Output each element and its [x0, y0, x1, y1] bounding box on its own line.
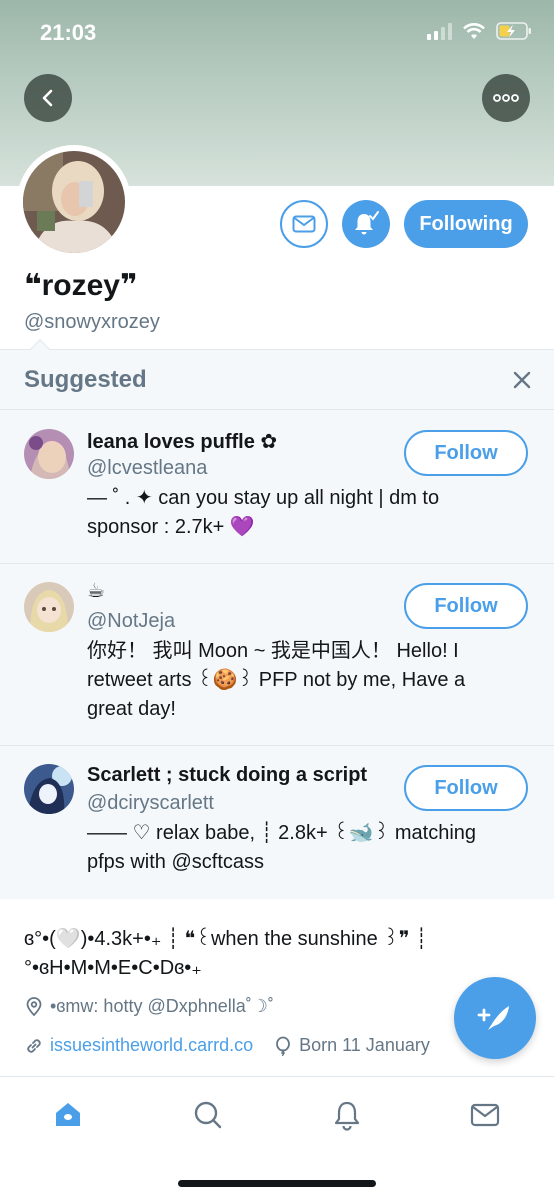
- envelope-icon: [292, 215, 316, 233]
- more-icon: [493, 94, 519, 102]
- suggested-user-bio: —— ♡ relax babe, ┊ 2.8k+ ꒰🐋꒱ matching pf…: [87, 822, 477, 873]
- profile-location: •ɞmw: hotty @Dxphnella˚☽˚: [50, 996, 274, 1016]
- battery-icon: [496, 22, 531, 40]
- avatar[interactable]: [24, 429, 74, 479]
- follow-button[interactable]: Follow: [404, 430, 528, 476]
- profile-location-row: •ɞmw: hotty @Dxphnella˚☽˚: [24, 996, 274, 1017]
- follow-button[interactable]: Follow: [404, 583, 528, 629]
- cellular-signal-icon: [427, 22, 452, 40]
- close-icon[interactable]: [510, 368, 534, 392]
- home-icon: [56, 1103, 80, 1126]
- profile-website-link[interactable]: issuesintheworld.carrd.co: [50, 1035, 253, 1056]
- back-button[interactable]: [24, 74, 72, 122]
- profile-links-row: issuesintheworld.carrd.co Born 11 Januar…: [24, 1035, 430, 1056]
- suggested-user-bio: — ˚ . ✦ can you stay up all night | dm t…: [87, 487, 440, 538]
- suggested-user-item[interactable]: ☕ @NotJeja 你好！ 我叫 Moon ~ 我是中国人！ Hello! I…: [0, 564, 554, 746]
- status-icons: [427, 22, 532, 40]
- follow-button[interactable]: Follow: [404, 765, 528, 811]
- profile-display-name: ❝rozey❞: [24, 269, 138, 302]
- profile-bio: ɞ°•(🤍)•4.3k+•₊ ┊ ❝꒰when the sunshine ꒱❞ …: [24, 928, 428, 979]
- search-icon: [194, 1101, 222, 1129]
- suggested-user-handle: @NotJeja: [87, 610, 176, 632]
- link-icon: [27, 1038, 41, 1053]
- suggested-user-item[interactable]: leana loves puffle ✿ @lcvestleana — ˚ . …: [0, 411, 554, 564]
- suggested-user-item[interactable]: Scarlett ; stuck doing a script @dcirysc…: [0, 746, 554, 900]
- suggested-panel: Suggested leana loves puffle ✿ @lcvestle…: [0, 339, 554, 900]
- profile-handle: @snowyxrozey: [24, 311, 160, 333]
- wifi-icon: [463, 23, 485, 39]
- suggested-header: Suggested: [0, 350, 554, 410]
- following-button[interactable]: Following: [404, 200, 528, 248]
- message-button[interactable]: [280, 200, 328, 248]
- status-bar: 21:03: [0, 0, 554, 66]
- suggested-user-handle: @lcvestleana: [87, 457, 208, 479]
- tab-messages[interactable]: [465, 1095, 505, 1135]
- tab-notifications[interactable]: [327, 1095, 367, 1135]
- profile-birthday: Born 11 January: [299, 1035, 430, 1055]
- suggested-title: Suggested: [24, 366, 147, 393]
- status-time: 21:03: [40, 20, 97, 45]
- suggested-user-name: ☕: [87, 580, 105, 602]
- messages-icon: [470, 1103, 500, 1127]
- profile-actions: Following: [0, 200, 554, 250]
- balloon-icon: [276, 1036, 290, 1056]
- suggested-user-name: Scarlett ; stuck doing a script: [87, 764, 368, 786]
- location-pin-icon: [26, 996, 42, 1016]
- suggested-user-bio: 你好！ 我叫 Moon ~ 我是中国人！ Hello! I retweet ar…: [87, 640, 466, 720]
- home-indicator: [178, 1180, 376, 1187]
- suggested-user-handle: @dciryscarlett: [87, 792, 214, 814]
- chevron-left-icon: [42, 89, 53, 107]
- tab-home[interactable]: [48, 1095, 88, 1135]
- avatar[interactable]: [24, 582, 74, 632]
- bottom-tab-bar: [0, 1076, 554, 1200]
- compose-feather-icon: [477, 1006, 509, 1030]
- suggested-user-name: leana loves puffle ✿: [87, 431, 278, 453]
- more-options-button[interactable]: [482, 74, 530, 122]
- bell-check-icon: [355, 211, 379, 235]
- tab-search[interactable]: [188, 1095, 228, 1135]
- compose-tweet-button[interactable]: [454, 977, 536, 1059]
- avatar[interactable]: [24, 764, 74, 814]
- notifications-icon: [334, 1101, 360, 1131]
- notifications-toggle-button[interactable]: [342, 200, 390, 248]
